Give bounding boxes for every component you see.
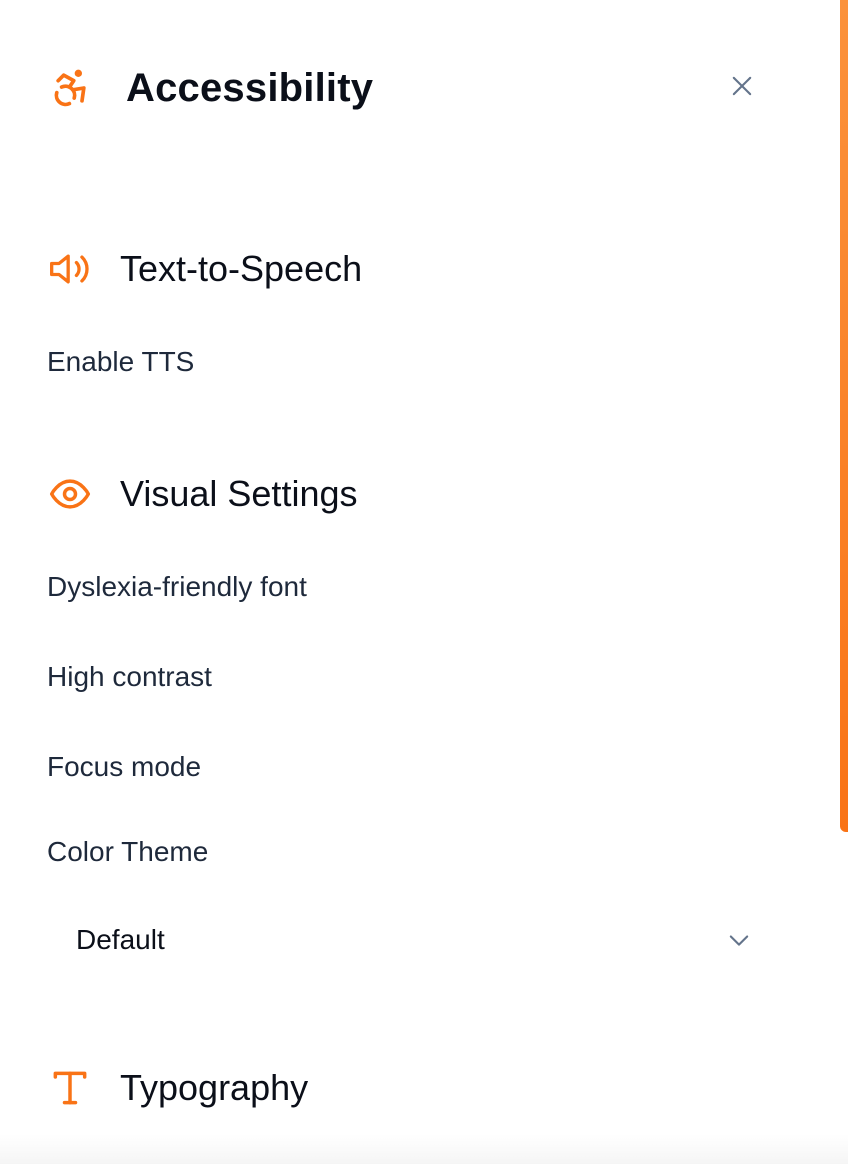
section-heading-tts: Text-to-Speech [48, 244, 362, 294]
close-icon [728, 72, 756, 100]
dyslexia-font-option[interactable]: Dyslexia-friendly font [47, 571, 307, 603]
focus-mode-option[interactable]: Focus mode [47, 751, 201, 783]
color-theme-label: Color Theme [47, 836, 209, 867]
high-contrast-option[interactable]: High contrast [47, 661, 212, 693]
section-title-tts: Text-to-Speech [120, 248, 363, 289]
section-title-visual: Visual Settings [120, 473, 358, 514]
bottom-fade [0, 1134, 848, 1164]
section-title-typography: Typography [120, 1067, 309, 1108]
section-heading-visual: Visual Settings [48, 469, 357, 519]
scrollbar-accent[interactable] [840, 0, 848, 832]
panel-header: Accessibility [48, 58, 760, 118]
type-icon [48, 1066, 92, 1110]
panel-title: Accessibility [126, 65, 374, 110]
speaker-icon [48, 247, 92, 291]
accessibility-panel: Accessibility Text-to-Speech Enable TTS [0, 0, 848, 1164]
color-theme-select[interactable]: Default [47, 912, 767, 968]
enable-tts-option[interactable]: Enable TTS [47, 346, 194, 378]
accessibility-icon [48, 65, 94, 111]
color-theme-value: Default [76, 924, 165, 955]
chevron-down-icon [725, 926, 753, 954]
close-button[interactable] [722, 66, 762, 106]
eye-icon [48, 472, 92, 516]
section-heading-typography: Typography [48, 1063, 308, 1113]
